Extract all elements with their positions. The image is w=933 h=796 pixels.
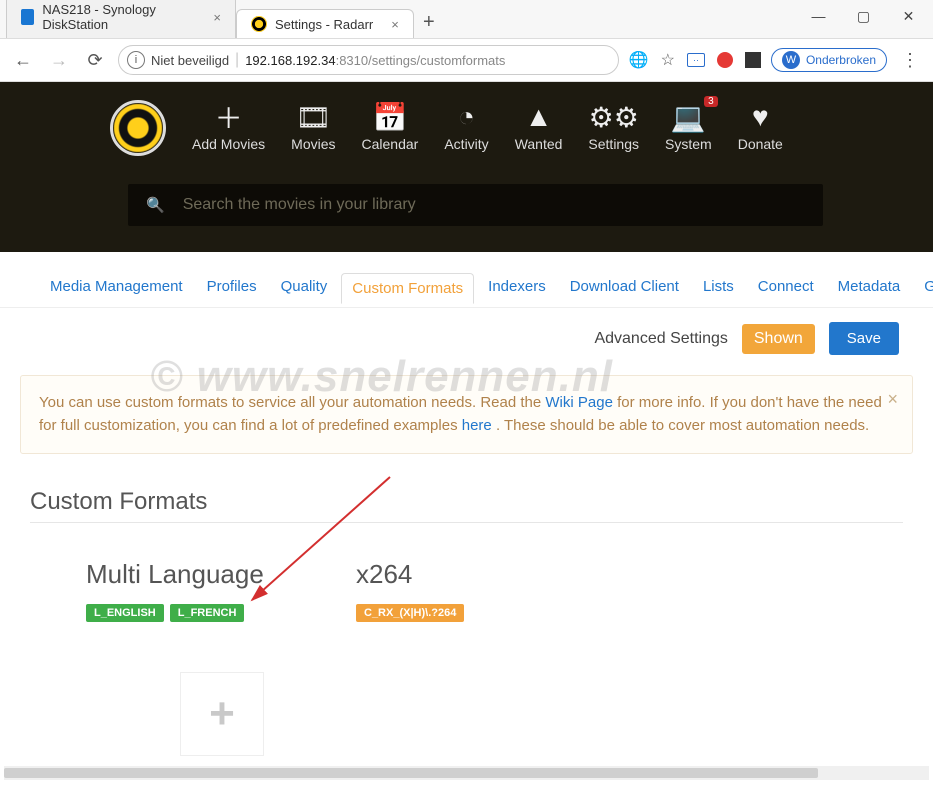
window-close[interactable]: ✕ — [886, 2, 931, 30]
browser-toolbar: ← → ⟳ i Niet beveiligd | 192.168.192.34:… — [0, 38, 933, 82]
back-button[interactable]: ← — [10, 50, 36, 71]
subtab-indexers[interactable]: Indexers — [478, 272, 556, 303]
radarr-logo[interactable] — [110, 100, 166, 156]
site-info-icon[interactable]: i — [127, 51, 145, 69]
tab-close-icon[interactable]: × — [381, 17, 399, 32]
custom-format-card[interactable]: x264 C_RX_(X|H)\.?264 — [356, 559, 556, 622]
info-banner: × You can use custom formats to service … — [20, 375, 913, 454]
window-minimize[interactable]: — — [796, 2, 841, 30]
reload-button[interactable]: ⟳ — [82, 50, 108, 71]
app-header: ＋ Add Movies 🎞 Movies 📅 Calendar ◔ Activ… — [0, 82, 933, 252]
subtab-connect[interactable]: Connect — [748, 272, 824, 303]
profile-chip[interactable]: W Onderbroken — [771, 48, 887, 72]
address-bar[interactable]: i Niet beveiligd | 192.168.192.34:8310/s… — [118, 45, 619, 75]
plus-icon: + — [209, 689, 235, 739]
browser-tab-active[interactable]: Settings - Radarr × — [236, 9, 414, 38]
nav-calendar[interactable]: 📅 Calendar — [362, 100, 419, 152]
calendar-icon: 📅 — [362, 100, 419, 134]
nav-movies[interactable]: 🎞 Movies — [291, 100, 335, 152]
advanced-toggle[interactable]: Shown — [742, 324, 815, 354]
horizontal-scrollbar[interactable] — [4, 766, 929, 780]
custom-format-card[interactable]: Multi Language L_ENGLISH L_FRENCH — [86, 559, 286, 622]
close-icon[interactable]: × — [887, 386, 898, 413]
nav-wanted[interactable]: ▲ Wanted — [515, 100, 563, 152]
library-search[interactable]: 🔍 — [128, 184, 823, 226]
translate-icon[interactable]: 🌐 — [629, 50, 649, 70]
browser-tabstrip: NAS218 - Synology DiskStation × Settings… — [0, 0, 933, 38]
kebab-menu[interactable]: ⋮ — [897, 50, 923, 71]
extension-icon[interactable]: ·· — [687, 53, 705, 67]
search-icon: 🔍 — [146, 196, 165, 214]
security-label: Niet beveiligd — [151, 53, 229, 68]
url-text: 192.168.192.34:8310/settings/customforma… — [245, 53, 505, 68]
tab-title: NAS218 - Synology DiskStation — [42, 2, 195, 32]
search-input[interactable] — [183, 196, 805, 214]
laptop-icon: 💻 — [665, 100, 712, 134]
plus-icon: ＋ — [192, 100, 265, 134]
wiki-link[interactable]: Wiki Page — [545, 394, 613, 411]
section-title: Custom Formats — [30, 488, 903, 523]
radarr-favicon — [251, 16, 267, 32]
forward-button[interactable]: → — [46, 50, 72, 71]
nav-settings[interactable]: ⚙⚙ Settings — [588, 100, 639, 152]
format-tag: C_RX_(X|H)\.?264 — [356, 604, 464, 622]
profile-label: Onderbroken — [806, 53, 876, 67]
dsm-favicon — [21, 9, 34, 25]
nav-donate[interactable]: ♥ Donate — [738, 100, 783, 152]
browser-tab-inactive[interactable]: NAS218 - Synology DiskStation × — [6, 0, 236, 38]
clock-icon: ◔ — [444, 100, 488, 134]
new-tab-button[interactable]: + — [414, 11, 444, 38]
nav-add-movies[interactable]: ＋ Add Movies — [192, 100, 265, 152]
avatar: W — [782, 51, 800, 69]
subtab-general[interactable]: Gen — [914, 272, 933, 303]
advanced-settings-label: Advanced Settings — [594, 330, 727, 348]
tab-title: Settings - Radarr — [275, 17, 373, 32]
subtab-quality[interactable]: Quality — [271, 272, 338, 303]
subtab-lists[interactable]: Lists — [693, 272, 744, 303]
page-content: Media Management Profiles Quality Custom… — [0, 252, 933, 796]
window-maximize[interactable]: ▢ — [841, 2, 886, 30]
settings-subtabs: Media Management Profiles Quality Custom… — [0, 252, 933, 308]
adblock-icon[interactable] — [717, 52, 733, 68]
subtab-download-client[interactable]: Download Client — [560, 272, 689, 303]
film-icon: 🎞 — [291, 100, 335, 134]
tab-close-icon[interactable]: × — [203, 10, 221, 25]
extension-icons: 🌐 ☆ ·· — [629, 50, 761, 70]
format-tag: L_FRENCH — [170, 604, 245, 622]
subtab-media-management[interactable]: Media Management — [40, 272, 193, 303]
save-button[interactable]: Save — [829, 322, 899, 355]
subtab-custom-formats[interactable]: Custom Formats — [341, 273, 474, 304]
format-tag: L_ENGLISH — [86, 604, 164, 622]
gmail-icon[interactable] — [745, 52, 761, 68]
add-format-card[interactable]: + — [180, 672, 264, 756]
subtab-profiles[interactable]: Profiles — [197, 272, 267, 303]
warning-icon: ▲ — [515, 100, 563, 134]
gears-icon: ⚙⚙ — [588, 100, 639, 134]
card-title: x264 — [356, 559, 556, 590]
nav-activity[interactable]: ◔ Activity — [444, 100, 488, 152]
nav-system[interactable]: 💻 System — [665, 100, 712, 152]
examples-link[interactable]: here — [462, 417, 492, 434]
card-title: Multi Language — [86, 559, 286, 590]
heart-icon: ♥ — [738, 100, 783, 134]
bookmark-star-icon[interactable]: ☆ — [661, 50, 675, 70]
scrollbar-thumb[interactable] — [4, 768, 818, 778]
subtab-metadata[interactable]: Metadata — [828, 272, 911, 303]
